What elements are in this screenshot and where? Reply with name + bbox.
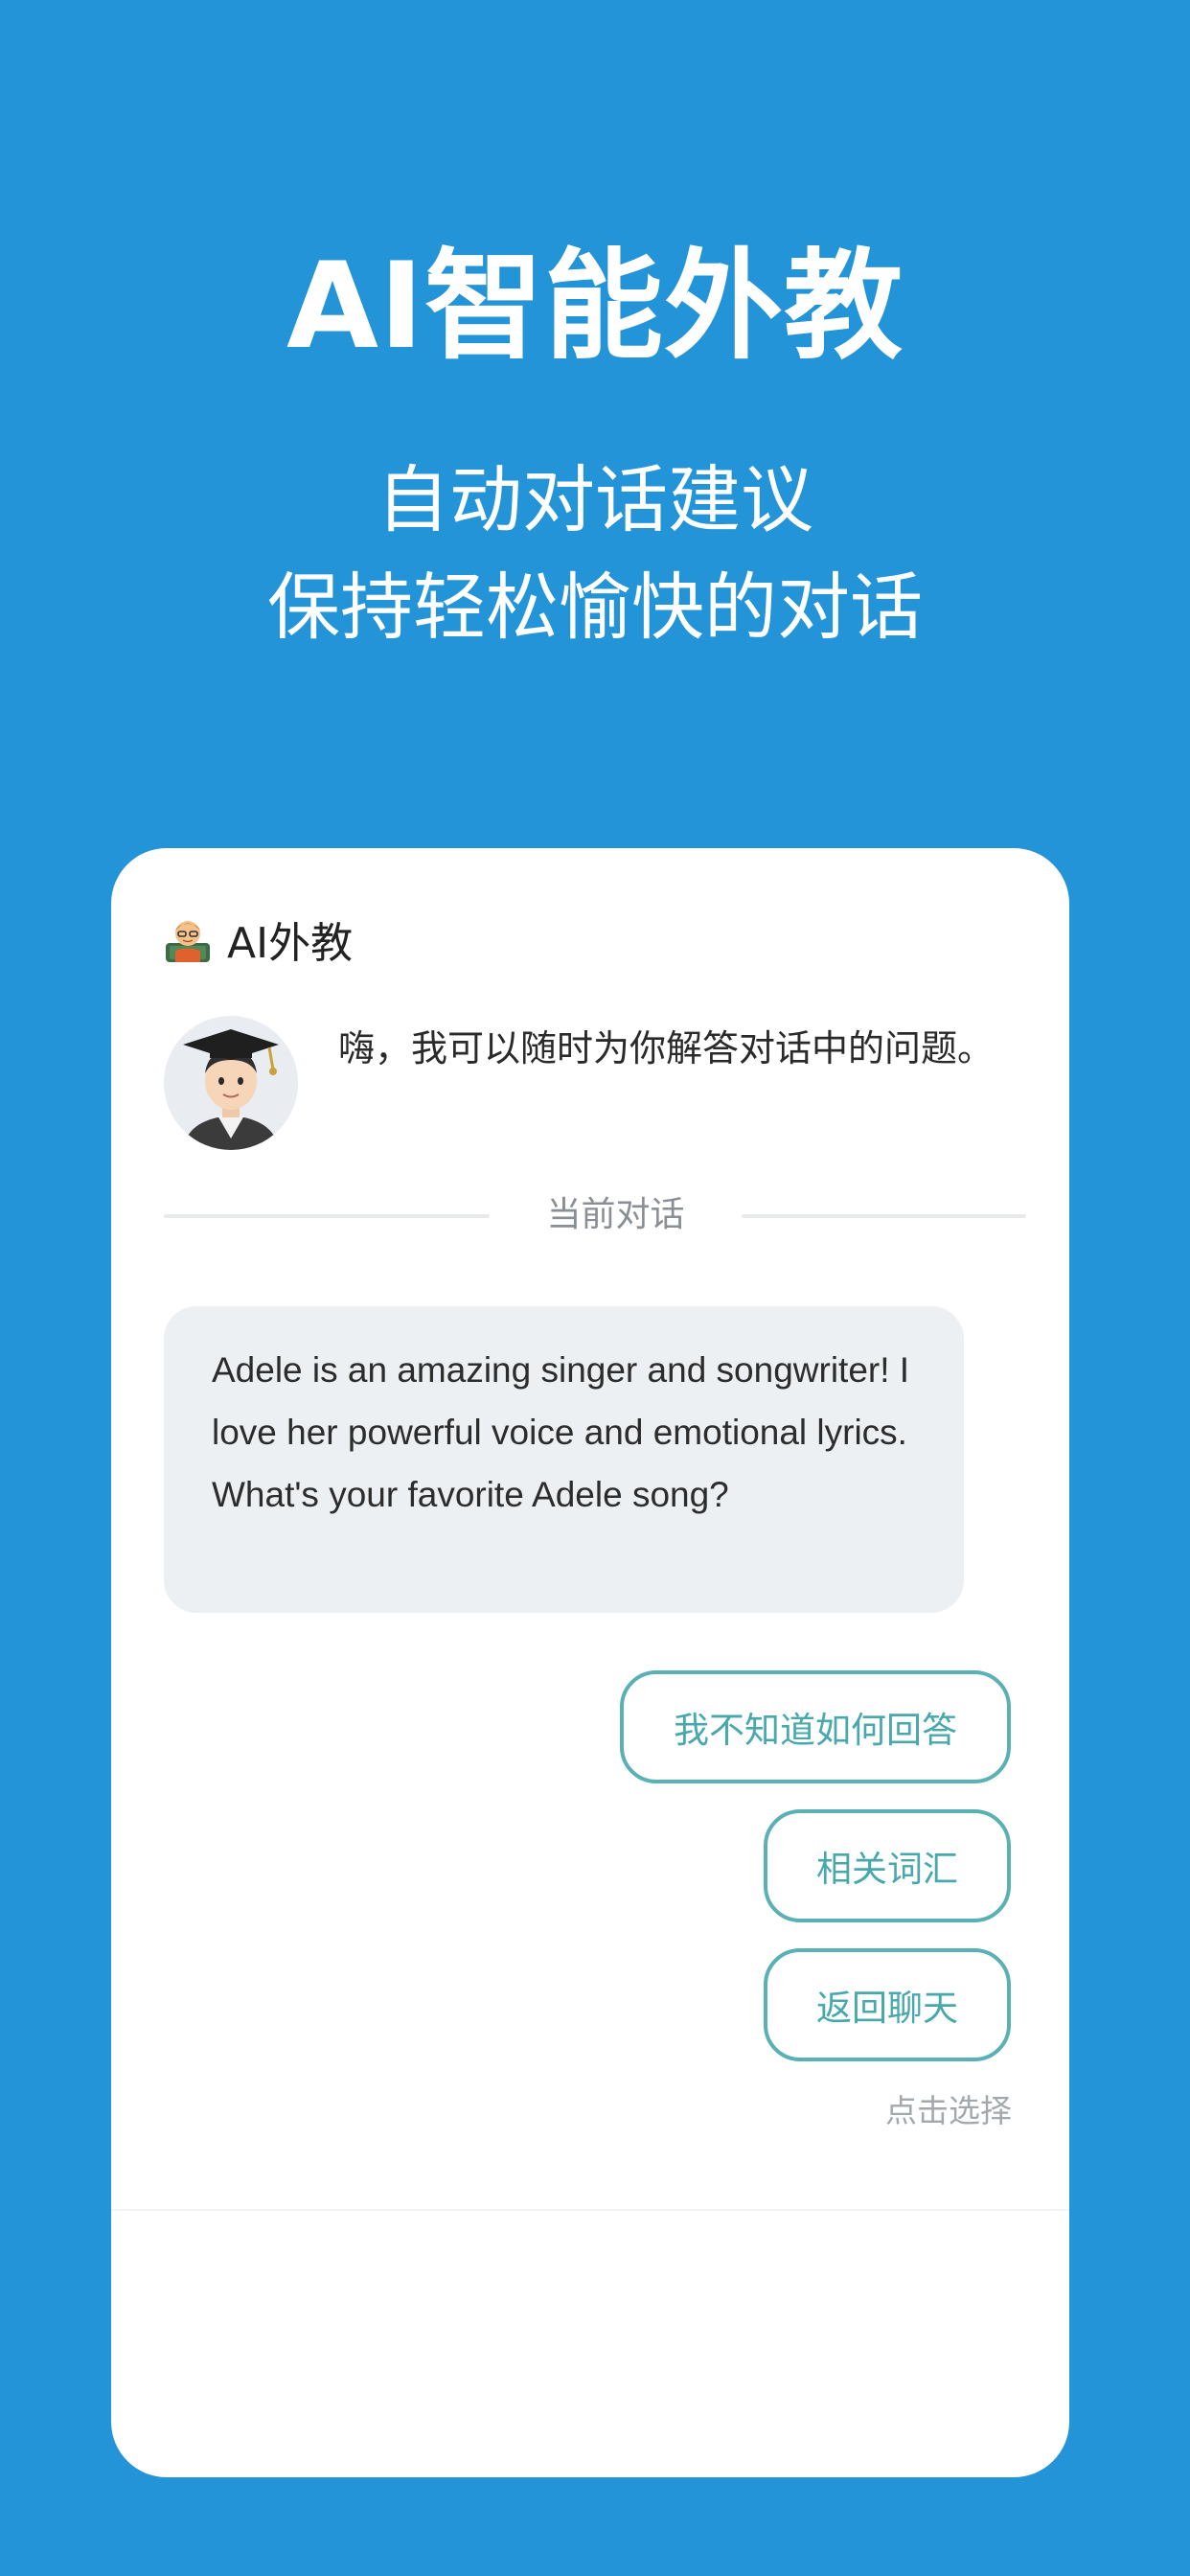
- teacher-emoji-icon: [164, 914, 212, 964]
- divider-label: 当前对话: [546, 1195, 685, 1234]
- option-related-vocabulary[interactable]: 相关词汇: [764, 1809, 1011, 1922]
- option-back-to-chat[interactable]: 返回聊天: [764, 1948, 1011, 2061]
- ai-tutor-card: AI外教 嗨，我可以随时为你解答对话中的问题。 当前对话 Adele is an…: [111, 848, 1069, 2477]
- greeting-row: 嗨，我可以随时为你解答对话中的问题。: [164, 1016, 1026, 1160]
- greeting-text: 嗨，我可以随时为你解答对话中的问题。: [338, 1027, 995, 1070]
- tap-to-select-hint: 点击选择: [885, 2092, 1012, 2129]
- divider-line-left: [164, 1214, 490, 1218]
- current-conversation-divider: 当前对话: [164, 1191, 1026, 1239]
- card-header-title: AI外教: [227, 919, 354, 968]
- hero-subtitle-line-1: 自动对话建议: [377, 457, 813, 542]
- hero-title: AI智能外教: [286, 238, 904, 376]
- ai-message-bubble: Adele is an amazing singer and songwrite…: [164, 1306, 964, 1613]
- hero-subtitle-line-2: 保持轻松愉快的对话: [267, 564, 923, 650]
- divider-line-right: [742, 1214, 1026, 1218]
- graduate-avatar: [164, 1016, 298, 1150]
- card-header: AI外教: [164, 906, 353, 973]
- card-divider-seam: [111, 2209, 1069, 2211]
- option-dont-know-how-to-answer[interactable]: 我不知道如何回答: [620, 1670, 1011, 1783]
